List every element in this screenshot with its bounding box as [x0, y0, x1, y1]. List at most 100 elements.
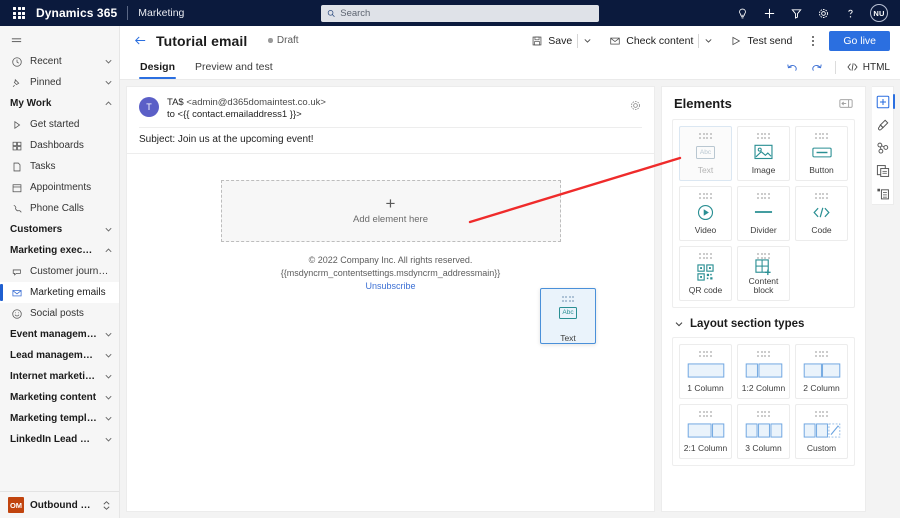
layout-tile-2-1-column[interactable]: 2:1 Column — [679, 404, 732, 459]
redo-icon[interactable] — [809, 59, 825, 75]
sidebar-group-linkedin-lead-gen[interactable]: LinkedIn Lead Gen — [0, 429, 119, 450]
layout-section-header[interactable]: Layout section types — [672, 308, 855, 337]
layout-label: 1 Column — [687, 383, 724, 393]
sidebar-group-label: Marketing templates — [10, 413, 97, 424]
layout-tile-1-2-column[interactable]: 1:2 Column — [737, 344, 790, 399]
layout-grid: 1 Column 1:2 Column 2 Column 2:1 Column … — [679, 344, 848, 459]
sidebar-group-my-work[interactable]: My Work — [0, 93, 119, 114]
tab-design[interactable]: Design — [132, 55, 183, 79]
gear-icon[interactable] — [629, 99, 642, 112]
layout-label: 3 Column — [745, 443, 782, 453]
sidebar-item-dashboards[interactable]: Dashboards — [0, 135, 119, 156]
element-tile-image[interactable]: Image — [737, 126, 790, 181]
more-options-icon[interactable] — [805, 35, 821, 46]
tab-label: Preview and test — [195, 61, 273, 73]
html-view-button[interactable]: HTML — [846, 61, 890, 73]
avatar[interactable]: NU — [870, 4, 888, 22]
personalization-icon — [876, 142, 888, 154]
gear-icon[interactable] — [816, 6, 830, 20]
back-arrow-icon[interactable] — [132, 33, 148, 49]
layout-tile-1-column[interactable]: 1 Column — [679, 344, 732, 399]
sidebar-group-event-management[interactable]: Event management — [0, 324, 119, 345]
drop-zone[interactable]: + Add element here — [220, 180, 561, 242]
collapse-panel-icon[interactable] — [839, 98, 853, 109]
sidebar-group-label: Marketing content — [10, 392, 97, 403]
element-tile-qr-code[interactable]: QR code — [679, 246, 732, 301]
sidebar-item-appointments[interactable]: Appointments — [0, 177, 119, 198]
layout-label: 2:1 Column — [683, 443, 728, 453]
sidebar-item-get-started[interactable]: Get started — [0, 114, 119, 135]
sidebar-item-marketing-emails[interactable]: Marketing emails — [0, 282, 119, 303]
layout-tile-2-column[interactable]: 2 Column — [795, 344, 848, 399]
hamburger-icon[interactable] — [0, 29, 119, 51]
global-search-container — [184, 4, 735, 22]
layout-tile-custom[interactable]: Custom — [795, 404, 848, 459]
sidebar-group-label: LinkedIn Lead Gen — [10, 434, 97, 445]
go-live-button[interactable]: Go live — [829, 30, 890, 51]
sidebar-group-marketing-execution[interactable]: Marketing execution — [0, 240, 119, 261]
element-tile-text[interactable]: Abc Text — [679, 126, 732, 181]
rail-button-assets[interactable] — [873, 160, 893, 181]
subject-value: Join us at the upcoming event! — [177, 134, 314, 145]
element-tile-divider[interactable]: Divider — [737, 186, 790, 241]
rail-button-styles[interactable] — [873, 114, 893, 135]
search-input[interactable] — [340, 7, 593, 19]
test-send-button[interactable]: Test send — [725, 30, 797, 52]
tab-preview-and-test[interactable]: Preview and test — [187, 55, 281, 79]
sidebar-item-social-posts[interactable]: Social posts — [0, 303, 119, 324]
plus-icon[interactable] — [762, 6, 776, 20]
sidebar-group-marketing-templates[interactable]: Marketing templates — [0, 408, 119, 429]
unsubscribe-link[interactable]: Unsubscribe — [365, 281, 415, 291]
sidebar-group-lead-management[interactable]: Lead management — [0, 345, 119, 366]
check-content-button[interactable]: Check content — [604, 30, 698, 52]
save-button[interactable]: Save — [526, 30, 577, 52]
sidebar-item-label: Dashboards — [30, 140, 84, 151]
layout-label: Custom — [806, 443, 837, 453]
drag-handle-icon[interactable] — [561, 296, 575, 302]
check-content-dropdown-button[interactable] — [699, 30, 717, 52]
sidebar-item-customer-journeys[interactable]: Customer journeys — [0, 261, 119, 282]
dragged-text-element-card[interactable]: Abc Text — [540, 288, 596, 344]
sidebar-item-label: Phone Calls — [30, 203, 84, 214]
app-area-label: Outbound market... — [30, 499, 96, 511]
rail-button-elements[interactable] — [873, 91, 895, 112]
email-canvas[interactable]: T TA$ <admin@d365domaintest.co.uk> to <{… — [126, 86, 655, 512]
rail-button-summary[interactable] — [873, 183, 893, 204]
filter-icon[interactable] — [789, 6, 803, 20]
help-icon[interactable] — [843, 6, 857, 20]
element-tile-video[interactable]: Video — [679, 186, 732, 241]
element-label: Divider — [750, 225, 777, 235]
content-block-icon — [755, 259, 772, 278]
lightbulb-icon[interactable] — [735, 6, 749, 20]
sidebar-item-phone-calls[interactable]: Phone Calls — [0, 198, 119, 219]
elements-grid: Abc Text Image Button Video Divider Code… — [679, 126, 848, 301]
divider-icon — [754, 199, 773, 227]
test-send-label: Test send — [747, 34, 793, 47]
footer-copyright: © 2022 Company Inc. All rights reserved. — [308, 255, 473, 265]
summary-list-icon — [876, 188, 889, 199]
search-box[interactable] — [320, 4, 599, 22]
save-icon — [532, 36, 542, 45]
chevron-down-icon — [105, 374, 112, 379]
element-tile-code[interactable]: Code — [795, 186, 848, 241]
app-launcher-icon[interactable] — [8, 7, 30, 19]
sidebar-group-label: Customers — [10, 224, 63, 235]
clock-icon — [10, 55, 23, 68]
element-tile-button[interactable]: Button — [795, 126, 848, 181]
sidebar-group-customers[interactable]: Customers — [0, 219, 119, 240]
sidebar-group-marketing-content[interactable]: Marketing content — [0, 387, 119, 408]
sidebar-item-recent[interactable]: Recent — [0, 51, 119, 72]
element-tile-content-block[interactable]: Content block — [737, 246, 790, 301]
sidebar-group-internet-marketing[interactable]: Internet marketing — [0, 366, 119, 387]
sidebar-item-label: Marketing emails — [30, 287, 106, 298]
sidebar-item-pinned[interactable]: Pinned — [0, 72, 119, 93]
save-dropdown-button[interactable] — [578, 30, 596, 52]
sidebar-group-label: Lead management — [10, 350, 97, 361]
add-element-label: Add element here — [353, 214, 428, 225]
layout-tile-3-column[interactable]: 3 Column — [737, 404, 790, 459]
sidebar-item-tasks[interactable]: Tasks — [0, 156, 119, 177]
undo-icon[interactable] — [784, 59, 800, 75]
app-area-switcher[interactable]: OM Outbound market... — [0, 491, 119, 518]
rail-button-personalization[interactable] — [873, 137, 893, 158]
journey-icon — [10, 265, 23, 278]
